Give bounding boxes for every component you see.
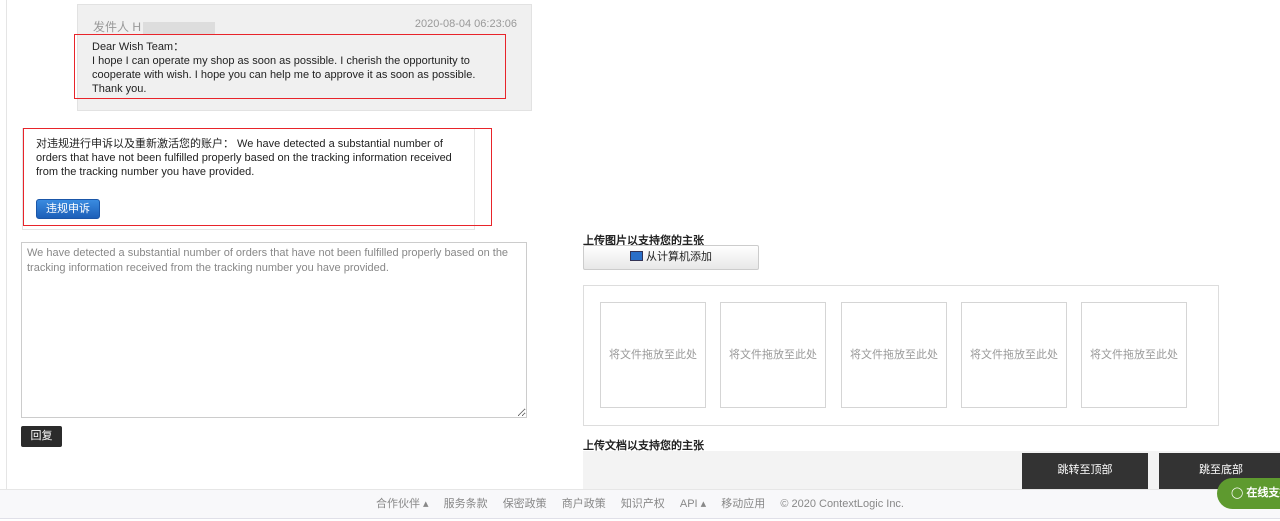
highlight-box [23,128,492,226]
add-button-label: 从计算机添加 [646,251,712,263]
add-from-computer-button[interactable]: 从计算机添加 [583,245,759,270]
copyright: © 2020 ContextLogic Inc. [780,498,904,510]
chat-label: 在线支持 [1246,487,1280,499]
footer-link-privacy[interactable]: 保密政策 [503,498,547,510]
drop-zone[interactable]: 将文件拖放至此处 [1081,302,1187,408]
drop-zone[interactable]: 将文件拖放至此处 [720,302,826,408]
footer-link-terms[interactable]: 服务条款 [444,498,488,510]
highlight-box [74,34,506,99]
reply-textarea[interactable]: We have detected a substantial number of… [21,242,527,418]
drop-zone[interactable]: 将文件拖放至此处 [841,302,947,408]
live-chat-button[interactable]: ◯ 在线支持 [1217,478,1280,509]
drop-zone[interactable]: 将文件拖放至此处 [600,302,706,408]
drop-zone-container: 将文件拖放至此处 将文件拖放至此处 将文件拖放至此处 将文件拖放至此处 将文件拖… [583,285,1219,426]
footer-link-mobile[interactable]: 移动应用 [721,498,765,510]
footer-link-api[interactable]: API ▴ [680,498,706,510]
drop-zone[interactable]: 将文件拖放至此处 [961,302,1067,408]
divider [6,0,7,490]
reply-button[interactable]: 回复 [21,426,62,447]
chat-bubble-icon: ◯ [1231,487,1247,499]
redacted-name [143,21,216,34]
footer: 合作伙伴 ▴ 服务条款 保密政策 商户政策 知识产权 API ▴ 移动应用 © … [0,489,1280,519]
monitor-icon [630,251,643,261]
footer-link-partners[interactable]: 合作伙伴 ▴ [376,498,429,510]
footer-link-merchant-policy[interactable]: 商户政策 [562,498,606,510]
sender: 发件人 H [93,18,216,35]
message-timestamp: 2020-08-04 06:23:06 [414,18,517,30]
jump-to-top-button[interactable]: 跳转至顶部 [1022,453,1148,490]
footer-link-ip[interactable]: 知识产权 [621,498,665,510]
